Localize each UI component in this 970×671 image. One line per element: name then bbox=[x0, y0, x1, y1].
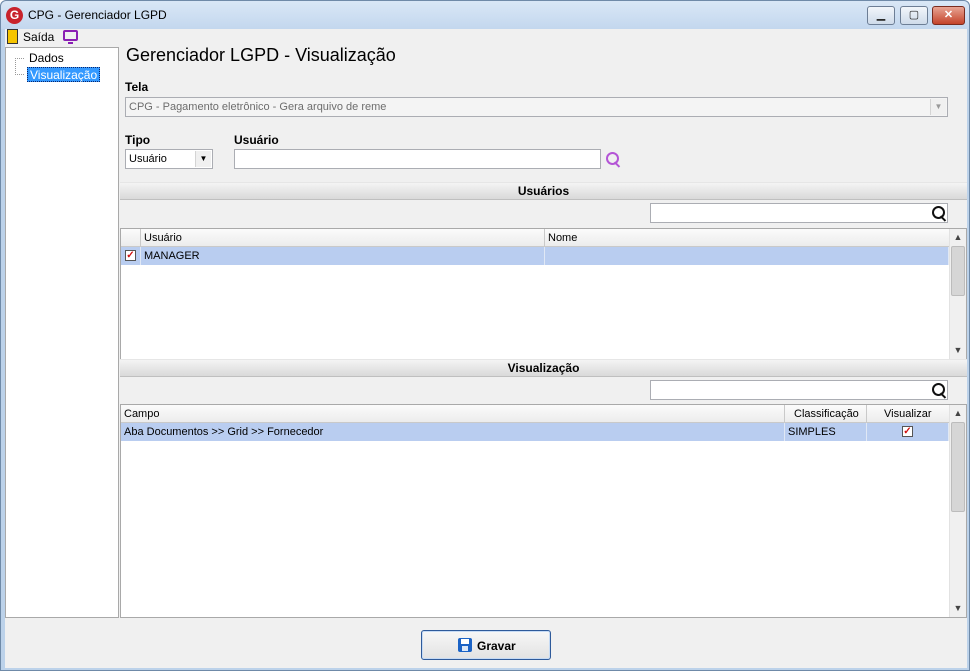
grid-header: Campo Classificação Visualizar bbox=[121, 405, 949, 423]
visualizacao-section-header: Visualização bbox=[120, 359, 967, 377]
usuario-input[interactable] bbox=[234, 149, 601, 169]
search-icon[interactable] bbox=[605, 151, 623, 169]
tree-connector bbox=[15, 74, 24, 75]
table-row[interactable]: Aba Documentos >> Grid >> Fornecedor SIM… bbox=[121, 423, 949, 441]
page-title: Gerenciador LGPD - Visualização bbox=[126, 45, 396, 65]
column-header-check bbox=[121, 229, 141, 247]
table-row[interactable]: ✓ MANAGER bbox=[121, 247, 949, 265]
usuarios-grid: Usuário Nome ✓ MANAGER ▲ ▼ bbox=[120, 228, 967, 360]
scroll-down-icon[interactable]: ▼ bbox=[950, 342, 966, 359]
app-window: G CPG - Gerenciador LGPD ▁ ▢ ✕ Saída Dad… bbox=[0, 0, 970, 671]
column-header-classificacao[interactable]: Classificação bbox=[785, 405, 867, 423]
vertical-scrollbar[interactable]: ▲ ▼ bbox=[949, 405, 966, 617]
cell-nome bbox=[545, 247, 949, 265]
maximize-button[interactable]: ▢ bbox=[900, 6, 928, 25]
scroll-down-icon[interactable]: ▼ bbox=[950, 600, 966, 617]
tipo-value: Usuário bbox=[129, 153, 167, 165]
tela-select: CPG - Pagamento eletrônico - Gera arquiv… bbox=[125, 97, 948, 117]
navigation-tree: Dados Visualização bbox=[5, 47, 119, 618]
minimize-button[interactable]: ▁ bbox=[867, 6, 895, 25]
save-button[interactable]: Gravar bbox=[421, 630, 551, 660]
exit-button[interactable]: Saída bbox=[23, 30, 54, 44]
chevron-down-icon: ▼ bbox=[930, 99, 946, 115]
app-logo-icon: G bbox=[6, 7, 23, 24]
scroll-thumb[interactable] bbox=[951, 422, 965, 512]
vertical-scrollbar[interactable]: ▲ ▼ bbox=[949, 229, 966, 359]
cell-usuario: MANAGER bbox=[141, 247, 545, 265]
cell-campo: Aba Documentos >> Grid >> Fornecedor bbox=[121, 423, 785, 441]
tree-item-visualizacao[interactable]: Visualização bbox=[27, 67, 101, 82]
tela-label: Tela bbox=[125, 80, 149, 94]
search-icon[interactable] bbox=[931, 205, 949, 223]
usuario-label: Usuário bbox=[234, 133, 279, 147]
tipo-select[interactable]: Usuário ▼ bbox=[125, 149, 213, 169]
row-checkbox[interactable]: ✓ bbox=[125, 250, 136, 261]
tree-item-dados[interactable]: Dados bbox=[27, 51, 66, 66]
title-bar[interactable]: G CPG - Gerenciador LGPD ▁ ▢ ✕ bbox=[1, 1, 969, 29]
column-header-visualizar[interactable]: Visualizar bbox=[867, 405, 949, 423]
chevron-down-icon[interactable]: ▼ bbox=[195, 151, 211, 167]
monitor-icon[interactable] bbox=[63, 30, 78, 44]
scroll-up-icon[interactable]: ▲ bbox=[950, 229, 966, 246]
usuarios-filter-input[interactable] bbox=[650, 203, 948, 223]
usuarios-section-header: Usuários bbox=[120, 182, 967, 200]
visualizar-checkbox[interactable]: ✓ bbox=[902, 426, 913, 437]
tipo-label: Tipo bbox=[125, 133, 151, 147]
window-title: CPG - Gerenciador LGPD bbox=[28, 8, 167, 22]
tree-connector bbox=[15, 58, 16, 75]
cell-visualizar[interactable]: ✓ bbox=[867, 423, 949, 441]
row-check-cell[interactable]: ✓ bbox=[121, 247, 141, 265]
column-header-usuario[interactable]: Usuário bbox=[141, 229, 545, 247]
floppy-disk-icon bbox=[458, 638, 472, 652]
close-button[interactable]: ✕ bbox=[932, 6, 965, 25]
save-button-label: Gravar bbox=[477, 639, 516, 653]
visualizacao-filter-input[interactable] bbox=[650, 380, 948, 400]
search-icon[interactable] bbox=[931, 382, 949, 400]
column-header-nome[interactable]: Nome bbox=[545, 229, 949, 247]
door-exit-icon[interactable] bbox=[7, 29, 18, 44]
visualizacao-grid: Campo Classificação Visualizar Aba Docum… bbox=[120, 404, 967, 618]
scroll-thumb[interactable] bbox=[951, 246, 965, 296]
grid-header: Usuário Nome bbox=[121, 229, 949, 247]
column-header-campo[interactable]: Campo bbox=[121, 405, 785, 423]
tela-value: CPG - Pagamento eletrônico - Gera arquiv… bbox=[129, 101, 387, 113]
scroll-up-icon[interactable]: ▲ bbox=[950, 405, 966, 422]
client-area: Saída Dados Visualização Gerenciador LGP… bbox=[5, 29, 967, 668]
cell-classificacao: SIMPLES bbox=[785, 423, 867, 441]
tree-connector bbox=[15, 58, 24, 59]
